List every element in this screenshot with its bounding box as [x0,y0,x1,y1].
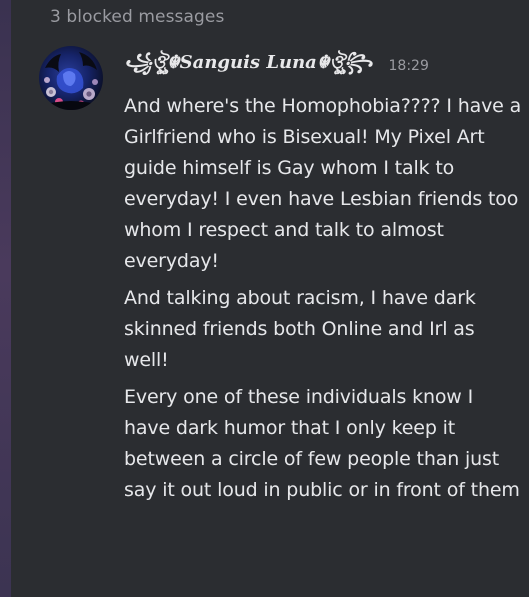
message-paragraph: And talking about racism, I have dark sk… [124,287,476,371]
message-header: ꧁ঔৣ☬Sanguis Luna☬ঔৣ꧂ 18:29 [124,52,429,80]
sidebar-edge [0,0,11,597]
message-paragraph: And where's the Homophobia???? I have a … [124,95,522,272]
timestamp: 18:29 [388,58,429,74]
avatar[interactable] [39,46,103,110]
username[interactable]: ꧁ঔৣ☬Sanguis Luna☬ঔৣ꧂ [124,48,373,85]
message-content: And where's the Homophobia???? I have a … [124,91,524,512]
blocked-messages-toggle[interactable]: 3 blocked messages [50,7,224,27]
message-paragraph: Every one of these individuals know I ha… [124,386,520,501]
avatar-image [39,52,103,110]
